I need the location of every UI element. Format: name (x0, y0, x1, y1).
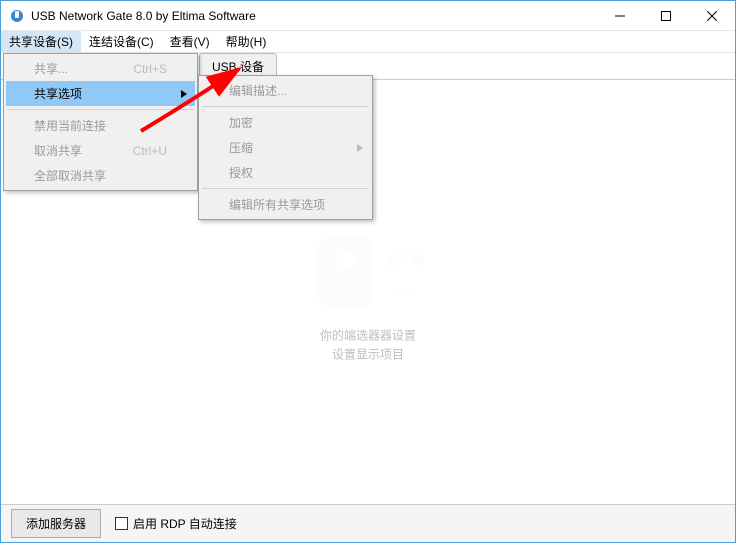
menu-item-shortcut: Ctrl+U (133, 144, 167, 158)
menu-item-label: 禁用当前连接 (34, 117, 106, 134)
menu-help[interactable]: 帮助(H) (218, 31, 275, 52)
close-button[interactable] (689, 1, 735, 30)
menu-item-label: 压缩 (229, 139, 253, 156)
menu-item-label: 编辑所有共享选项 (229, 196, 325, 213)
submenu-item-compress[interactable]: 压缩 (201, 135, 371, 160)
menu-item-label: 全部取消共享 (34, 167, 106, 184)
empty-state-line1: 你的端选器器设置 (298, 326, 438, 345)
menu-item-unshare[interactable]: 取消共享 Ctrl+U (6, 138, 195, 163)
app-icon (9, 8, 25, 24)
empty-state-icon: 安下载 .com (298, 219, 438, 322)
maximize-button[interactable] (643, 1, 689, 30)
menu-item-label: 取消共享 (34, 142, 82, 159)
menubar: 共享设备(S) 连结设备(C) 查看(V) 帮助(H) (1, 31, 735, 53)
menu-separator (202, 106, 369, 107)
empty-state-line2: 设置显示项目 (298, 346, 438, 365)
rdp-auto-checkbox[interactable]: 启用 RDP 自动连接 (115, 515, 237, 532)
menu-item-label: 加密 (229, 114, 253, 131)
menu-item-shortcut: Ctrl+S (133, 62, 167, 76)
minimize-button[interactable] (597, 1, 643, 30)
svg-text:安下载: 安下载 (388, 252, 424, 267)
menu-item-label: 共享选项 (34, 85, 82, 102)
app-window: USB Network Gate 8.0 by Eltima Software … (0, 0, 736, 543)
menu-item-label: 共享... (34, 60, 68, 77)
menu-item-unshare-all[interactable]: 全部取消共享 (6, 163, 195, 188)
menu-item-share[interactable]: 共享... Ctrl+S (6, 56, 195, 81)
window-controls (597, 1, 735, 30)
share-options-submenu: 编辑描述... 加密 压缩 授权 编辑所有共享选项 (198, 75, 373, 220)
menu-item-share-options[interactable]: 共享选项 (6, 81, 195, 106)
checkbox-icon (115, 517, 128, 530)
empty-state: 安下载 .com 你的端选器器设置 设置显示项目 (298, 219, 438, 364)
menu-item-label: 授权 (229, 164, 253, 181)
titlebar: USB Network Gate 8.0 by Eltima Software (1, 1, 735, 31)
window-title: USB Network Gate 8.0 by Eltima Software (31, 9, 597, 23)
menu-share-devices[interactable]: 共享设备(S) (1, 31, 81, 52)
submenu-arrow-icon (357, 141, 363, 155)
menu-item-label: 编辑描述... (229, 82, 287, 99)
menu-separator (202, 188, 369, 189)
submenu-arrow-icon (181, 87, 187, 101)
rdp-auto-label: 启用 RDP 自动连接 (133, 515, 237, 532)
submenu-item-edit-description[interactable]: 编辑描述... (201, 78, 371, 103)
share-devices-menu: 共享... Ctrl+S 共享选项 禁用当前连接 取消共享 Ctrl+U 全部取… (3, 53, 198, 191)
menu-separator (7, 109, 194, 110)
statusbar: 添加服务器 启用 RDP 自动连接 (1, 504, 735, 542)
submenu-item-edit-all[interactable]: 编辑所有共享选项 (201, 192, 371, 217)
add-server-button[interactable]: 添加服务器 (11, 509, 101, 538)
menu-connect-devices[interactable]: 连结设备(C) (81, 31, 162, 52)
svg-text:.com: .com (388, 283, 414, 297)
menu-view[interactable]: 查看(V) (162, 31, 218, 52)
submenu-item-auth[interactable]: 授权 (201, 160, 371, 185)
menu-item-disable-connection[interactable]: 禁用当前连接 (6, 113, 195, 138)
submenu-item-encrypt[interactable]: 加密 (201, 110, 371, 135)
